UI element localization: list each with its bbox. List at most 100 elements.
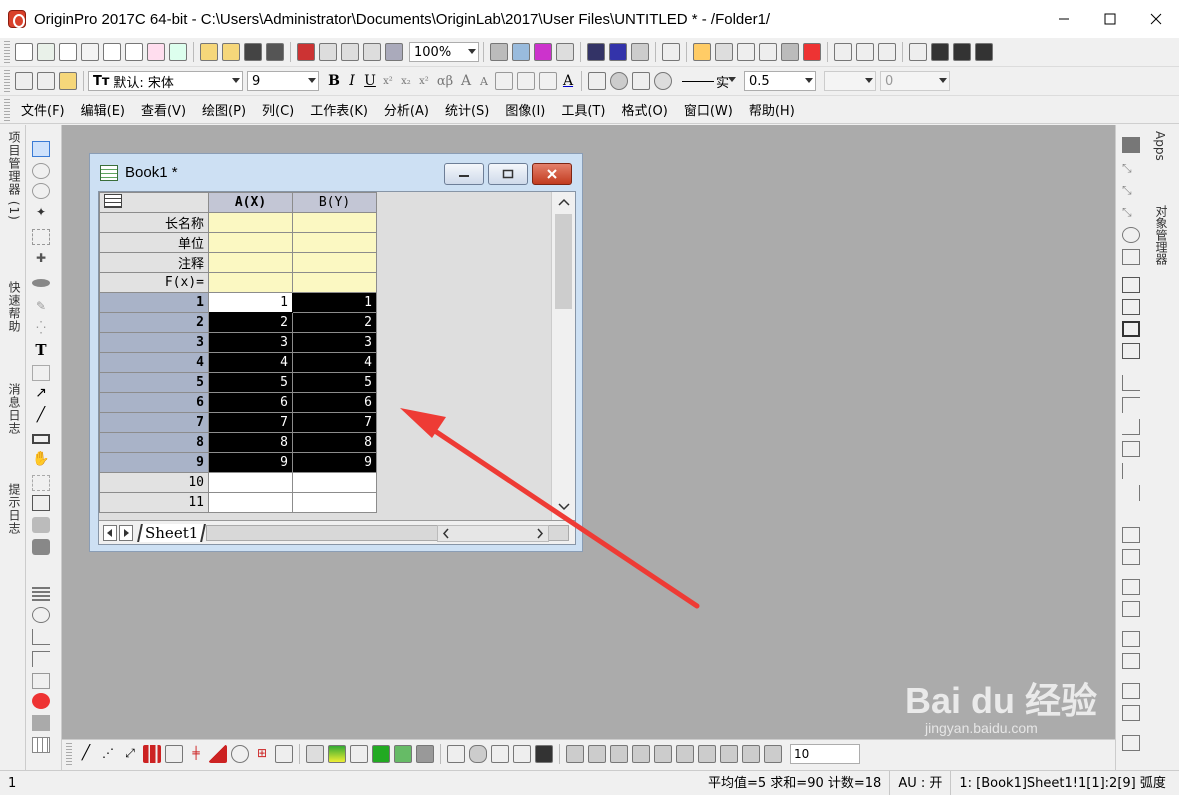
table-cell[interactable]: 8 xyxy=(292,432,377,453)
close-button[interactable] xyxy=(1133,0,1179,38)
worksheet-grid[interactable]: A(X) B(Y) 长名称 单位 注释 F(x)= 1 1 1 2 2 2 3 … xyxy=(99,192,377,513)
link-layer-icon[interactable] xyxy=(698,745,716,763)
group-icon[interactable] xyxy=(1122,527,1140,543)
save-icon[interactable] xyxy=(244,43,262,61)
bracket-tool-icon[interactable] xyxy=(32,651,50,667)
layer-icon[interactable] xyxy=(1122,137,1140,153)
pattern-icon[interactable] xyxy=(610,72,628,90)
quick-help-tab[interactable]: 快速帮助 xyxy=(3,281,23,333)
row-header[interactable]: 7 xyxy=(99,412,209,433)
zoom-out-icon[interactable] xyxy=(32,183,50,199)
sort-icon[interactable] xyxy=(878,43,896,61)
horizontal-scrollbar[interactable] xyxy=(437,525,549,542)
import-icon[interactable] xyxy=(297,43,315,61)
align-center-icon[interactable] xyxy=(1122,419,1140,435)
row-header[interactable]: 5 xyxy=(99,372,209,393)
table-cell[interactable]: 4 xyxy=(208,352,293,373)
extract-layer-icon[interactable] xyxy=(720,745,738,763)
open-icon[interactable] xyxy=(200,43,218,61)
new-excel-icon[interactable] xyxy=(169,43,187,61)
copy-page-icon[interactable] xyxy=(534,43,552,61)
hand-tool-icon[interactable]: ✋ xyxy=(32,451,50,467)
table-cell[interactable] xyxy=(292,472,377,493)
chevron-down-icon[interactable] xyxy=(553,498,575,516)
table-cell[interactable]: 8 xyxy=(208,432,293,453)
toolbar-grip[interactable] xyxy=(66,743,72,765)
subscript-icon[interactable]: x₂ xyxy=(397,76,415,87)
rectangle-tool-icon[interactable] xyxy=(32,434,50,444)
zoom-in-icon[interactable] xyxy=(32,163,50,179)
contour-plot-icon[interactable] xyxy=(231,745,249,763)
unlock-icon[interactable] xyxy=(1122,705,1140,721)
gadget-tool-icon[interactable] xyxy=(32,517,50,533)
column-stats-icon[interactable] xyxy=(953,43,971,61)
minimize-button[interactable] xyxy=(1041,0,1087,38)
line-width-select[interactable]: 0.5 xyxy=(744,71,816,91)
template-library-icon[interactable] xyxy=(275,745,293,763)
import-wizard-icon[interactable] xyxy=(319,43,337,61)
cut-icon[interactable] xyxy=(15,72,33,90)
axis-plot-icon[interactable] xyxy=(535,745,553,763)
3d-plot-icon[interactable] xyxy=(306,745,324,763)
mask-icon[interactable]: ⁛ xyxy=(32,321,50,337)
arrow-tool-icon[interactable]: ↗ xyxy=(32,385,50,401)
column-plot-icon[interactable] xyxy=(143,745,161,763)
table-cell[interactable]: 2 xyxy=(292,312,377,333)
set-column-values-icon[interactable] xyxy=(909,43,927,61)
meta-cell[interactable] xyxy=(292,212,377,233)
origin-app-icon[interactable] xyxy=(8,10,26,28)
new-workbook-icon[interactable] xyxy=(37,43,55,61)
layer-list-icon[interactable] xyxy=(32,587,50,603)
fill-color-icon[interactable] xyxy=(588,72,606,90)
same-height-icon[interactable] xyxy=(1122,485,1140,501)
bold-button[interactable]: B xyxy=(325,73,343,89)
screen-reader-icon[interactable] xyxy=(32,229,50,245)
alert-icon[interactable] xyxy=(32,693,50,709)
workbook-restore-button[interactable] xyxy=(488,163,528,185)
font-size-select[interactable]: 9 xyxy=(247,71,319,91)
3d-bar-icon[interactable] xyxy=(394,745,412,763)
funnel-icon[interactable] xyxy=(676,745,694,763)
zoom-select[interactable]: 100% xyxy=(409,42,479,62)
table-cell[interactable]: 1 xyxy=(208,292,293,313)
scatter-plot-icon[interactable]: ⋰ xyxy=(99,745,117,763)
mask-tool-icon[interactable] xyxy=(447,745,465,763)
ungroup-icon[interactable] xyxy=(1122,549,1140,565)
vertical-scrollbar[interactable] xyxy=(551,192,575,520)
find-icon[interactable] xyxy=(693,43,711,61)
new-matrix-icon[interactable] xyxy=(81,43,99,61)
same-width-icon[interactable] xyxy=(1122,463,1140,479)
greek-button[interactable]: αβ xyxy=(433,74,457,89)
rotate-icon[interactable] xyxy=(1122,227,1140,243)
line-color-icon[interactable] xyxy=(632,72,650,90)
menu-statistics[interactable]: 统计(S) xyxy=(437,100,497,119)
menu-format[interactable]: 格式(O) xyxy=(613,100,675,119)
table-cell[interactable]: 2 xyxy=(208,312,293,333)
line-tool-icon[interactable]: ╱ xyxy=(32,407,50,423)
plot-template-icon[interactable] xyxy=(165,745,183,763)
paste-icon[interactable] xyxy=(59,72,77,90)
workbook-window[interactable]: Book1 * A(X) B(Y) 长名称 单位 注释 F(x)= 1 1 1 … xyxy=(89,153,583,552)
chevron-left-icon[interactable] xyxy=(439,526,453,541)
line-plot-icon[interactable]: ╱ xyxy=(77,745,95,763)
table-cell[interactable]: 7 xyxy=(292,412,377,433)
box-plot-icon[interactable]: ⊞ xyxy=(253,745,271,763)
table-cell[interactable]: 1 xyxy=(292,292,377,313)
font-name-select[interactable]: Tт 默认: 宋体 xyxy=(88,71,243,91)
new-function-icon[interactable] xyxy=(103,43,121,61)
print-preview-icon[interactable] xyxy=(512,43,530,61)
table-cell[interactable]: 9 xyxy=(208,452,293,473)
row-header[interactable]: 8 xyxy=(99,432,209,453)
region-select-icon[interactable] xyxy=(32,279,50,287)
meta-cell[interactable] xyxy=(208,272,293,293)
sheet-prev-button[interactable] xyxy=(103,524,117,541)
meta-cell[interactable] xyxy=(292,252,377,273)
table-cell[interactable]: 7 xyxy=(208,412,293,433)
column-header-b[interactable]: B(Y) xyxy=(292,192,377,213)
row-header[interactable]: 2 xyxy=(99,312,209,333)
back-icon[interactable] xyxy=(1122,601,1140,617)
data-reader-icon[interactable]: ✦ xyxy=(32,205,50,221)
3d-surface-icon[interactable] xyxy=(328,745,346,763)
project-explorer-icon[interactable] xyxy=(662,43,680,61)
rescale-icon[interactable]: ⤡ xyxy=(1122,161,1140,177)
